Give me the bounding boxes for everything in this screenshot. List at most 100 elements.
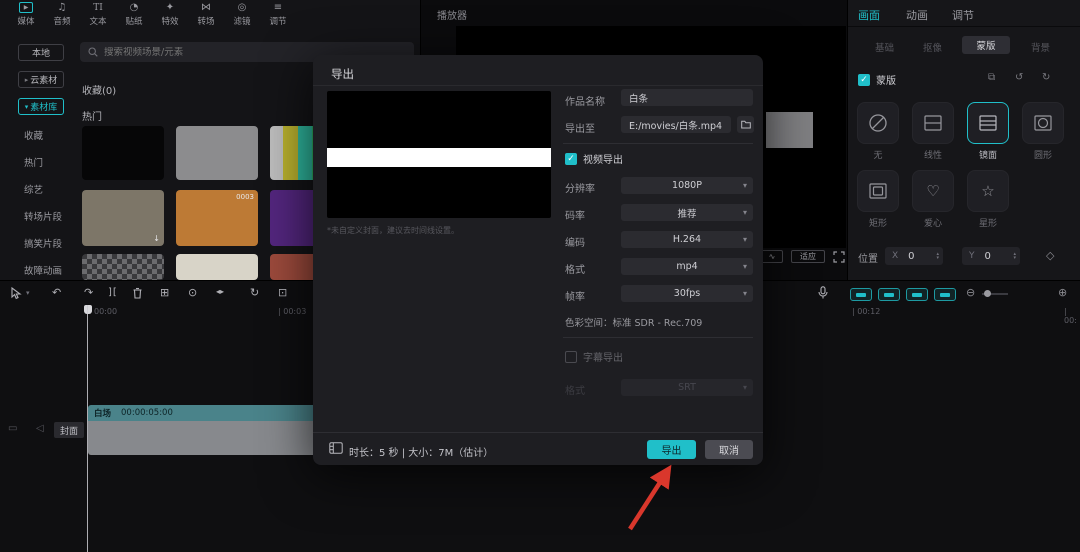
export-info-text: 时长：5 秒 | 大小：7M（估计） <box>349 444 493 459</box>
ruler-mark: | 00: <box>1064 307 1080 325</box>
category-glitch-anim[interactable]: 故障动画 <box>24 263 62 277</box>
subtab-background[interactable]: 背景 <box>1031 40 1050 54</box>
tab-media[interactable]: ▶ 媒体 <box>8 2 44 27</box>
bitrate-select[interactable]: 推荐 ▾ <box>621 204 753 221</box>
magnet-toggle-icon[interactable] <box>850 288 872 301</box>
stepper-down-icon[interactable]: ▾ <box>1013 256 1016 260</box>
codec-select[interactable]: H.264 ▾ <box>621 231 753 248</box>
track-speaker-icon[interactable]: ◁ <box>36 423 44 434</box>
export-button[interactable]: 导出 <box>647 440 696 459</box>
rotate-icon[interactable]: ↻ <box>250 286 259 299</box>
position-x-stepper[interactable]: X 0 ▴ ▾ <box>885 247 943 265</box>
subtitle-export-checkbox[interactable] <box>565 351 577 363</box>
thumbnail-doodle[interactable] <box>176 254 258 280</box>
link-toggle-icon[interactable] <box>878 288 900 301</box>
undo-icon[interactable]: ↶ <box>52 286 61 299</box>
delete-icon[interactable] <box>132 287 143 299</box>
stepper-down-icon[interactable]: ▾ <box>936 256 939 260</box>
category-variety[interactable]: 综艺 <box>24 182 43 196</box>
split-icon[interactable]: ][ <box>108 287 118 298</box>
video-export-checkbox[interactable]: ✓ <box>565 153 577 165</box>
tab-effects[interactable]: ✦ 特效 <box>152 2 188 27</box>
divider <box>313 432 763 433</box>
mirror-icon[interactable]: ◂▸ <box>216 287 224 296</box>
category-transition-clips[interactable]: 转场片段 <box>24 209 62 223</box>
zoom-out-icon[interactable]: ⊖ <box>966 286 975 299</box>
mask-section-label: 蒙版 <box>876 72 896 87</box>
player-title: 播放器 <box>437 7 467 22</box>
expand-icon[interactable]: ⧉ <box>988 72 995 83</box>
mask-heart-icon: ♡ <box>926 182 939 200</box>
thumbnail-woman[interactable]: 0003 <box>176 190 258 246</box>
tab-picture[interactable]: 画面 <box>858 7 880 23</box>
sidebar-item-material-library[interactable]: ▾ 素材库 <box>18 98 64 115</box>
fullscreen-icon[interactable] <box>833 251 845 263</box>
mask-option-heart[interactable]: ♡ <box>912 170 954 212</box>
cover-button[interactable]: 封面 <box>54 422 84 438</box>
name-label: 作品名称 <box>565 93 605 108</box>
freeze-frame-icon[interactable]: ⊞ <box>160 286 169 299</box>
position-y-stepper[interactable]: Y 0 ▴ ▾ <box>962 247 1020 265</box>
path-input[interactable]: E:/movies/白条.mp4 <box>621 116 731 133</box>
tab-sticker[interactable]: ◔ 贴纸 <box>116 2 152 27</box>
tab-text[interactable]: TI 文本 <box>80 2 116 27</box>
effects-icon: ✦ <box>166 3 174 13</box>
cursor-tool-icon[interactable] <box>10 287 22 300</box>
category-funny-clips[interactable]: 搞笑片段 <box>24 236 62 250</box>
sidebar-item-cloud[interactable]: ▸ 云素材 <box>18 71 64 88</box>
snap-toggle-icon[interactable] <box>934 288 956 301</box>
tab-transitions[interactable]: ⋈ 转场 <box>188 2 224 27</box>
tab-filters[interactable]: ◎ 滤镜 <box>224 2 260 27</box>
playhead-handle[interactable] <box>84 305 92 314</box>
mask-checkbox[interactable]: ✓ <box>858 74 870 86</box>
clip-duration: 00:00:05:00 <box>121 408 173 418</box>
preview-axis-toggle-icon[interactable] <box>906 288 928 301</box>
mask-option-none[interactable] <box>857 102 899 144</box>
tab-adjust[interactable]: ≡ 调节 <box>260 2 296 27</box>
thumbnail-gray[interactable] <box>176 126 258 180</box>
framerate-select[interactable]: 30fps ▾ <box>621 285 753 302</box>
scope-icon[interactable]: ∿ <box>761 250 783 263</box>
subtab-mask[interactable]: 蒙版 <box>962 36 1010 54</box>
filters-icon: ◎ <box>238 3 247 13</box>
thumbnail-man[interactable]: ↓ <box>82 190 164 246</box>
mask-option-mirror[interactable] <box>967 102 1009 144</box>
zoom-slider-handle[interactable] <box>984 290 991 297</box>
category-favorites[interactable]: 收藏 <box>24 128 43 142</box>
subtab-keying[interactable]: 抠像 <box>923 40 942 54</box>
tab-audio[interactable]: ♫ 音频 <box>44 2 80 27</box>
browse-folder-button[interactable] <box>737 116 754 133</box>
cursor-dropdown-icon[interactable]: ▾ <box>26 289 30 297</box>
zoom-in-icon[interactable]: ⊕ <box>1058 286 1067 299</box>
format-select[interactable]: mp4 ▾ <box>621 258 753 275</box>
mask-option-linear[interactable] <box>912 102 954 144</box>
tab-animation[interactable]: 动画 <box>906 7 928 23</box>
fit-button[interactable]: 适应 <box>791 250 825 263</box>
mask-option-circle[interactable] <box>1022 102 1064 144</box>
resolution-select[interactable]: 1080P ▾ <box>621 177 753 194</box>
track-monitor-icon[interactable]: ▭ <box>8 423 17 434</box>
crop-icon[interactable]: ⊡ <box>278 286 287 299</box>
microphone-icon[interactable] <box>818 286 828 299</box>
chevron-down-icon: ▾ <box>743 383 747 392</box>
chevron-down-icon: ▾ <box>743 235 747 244</box>
keyframe-icon[interactable]: ◇ <box>1046 249 1054 262</box>
refresh-icon[interactable]: ↻ <box>1042 72 1050 83</box>
reverse-icon[interactable]: ⊙ <box>188 286 197 299</box>
name-input[interactable]: 白条 <box>621 89 753 106</box>
subtab-basic[interactable]: 基础 <box>875 40 894 54</box>
mask-option-rect[interactable] <box>857 170 899 212</box>
thumbnail-checker[interactable] <box>82 254 164 280</box>
position-x-value: 0 <box>908 251 914 262</box>
category-hot[interactable]: 热门 <box>24 155 43 169</box>
tab-adjustment[interactable]: 调节 <box>952 7 974 23</box>
film-icon <box>329 442 343 454</box>
cancel-button[interactable]: 取消 <box>705 440 753 459</box>
thumbnail-black[interactable] <box>82 126 164 180</box>
reset-icon[interactable]: ↺ <box>1015 72 1023 83</box>
mask-option-star[interactable]: ☆ <box>967 170 1009 212</box>
export-preview <box>327 91 551 218</box>
sidebar-item-local[interactable]: 本地 <box>18 44 64 61</box>
redo-icon[interactable]: ↷ <box>84 286 93 299</box>
bitrate-label: 码率 <box>565 207 585 222</box>
